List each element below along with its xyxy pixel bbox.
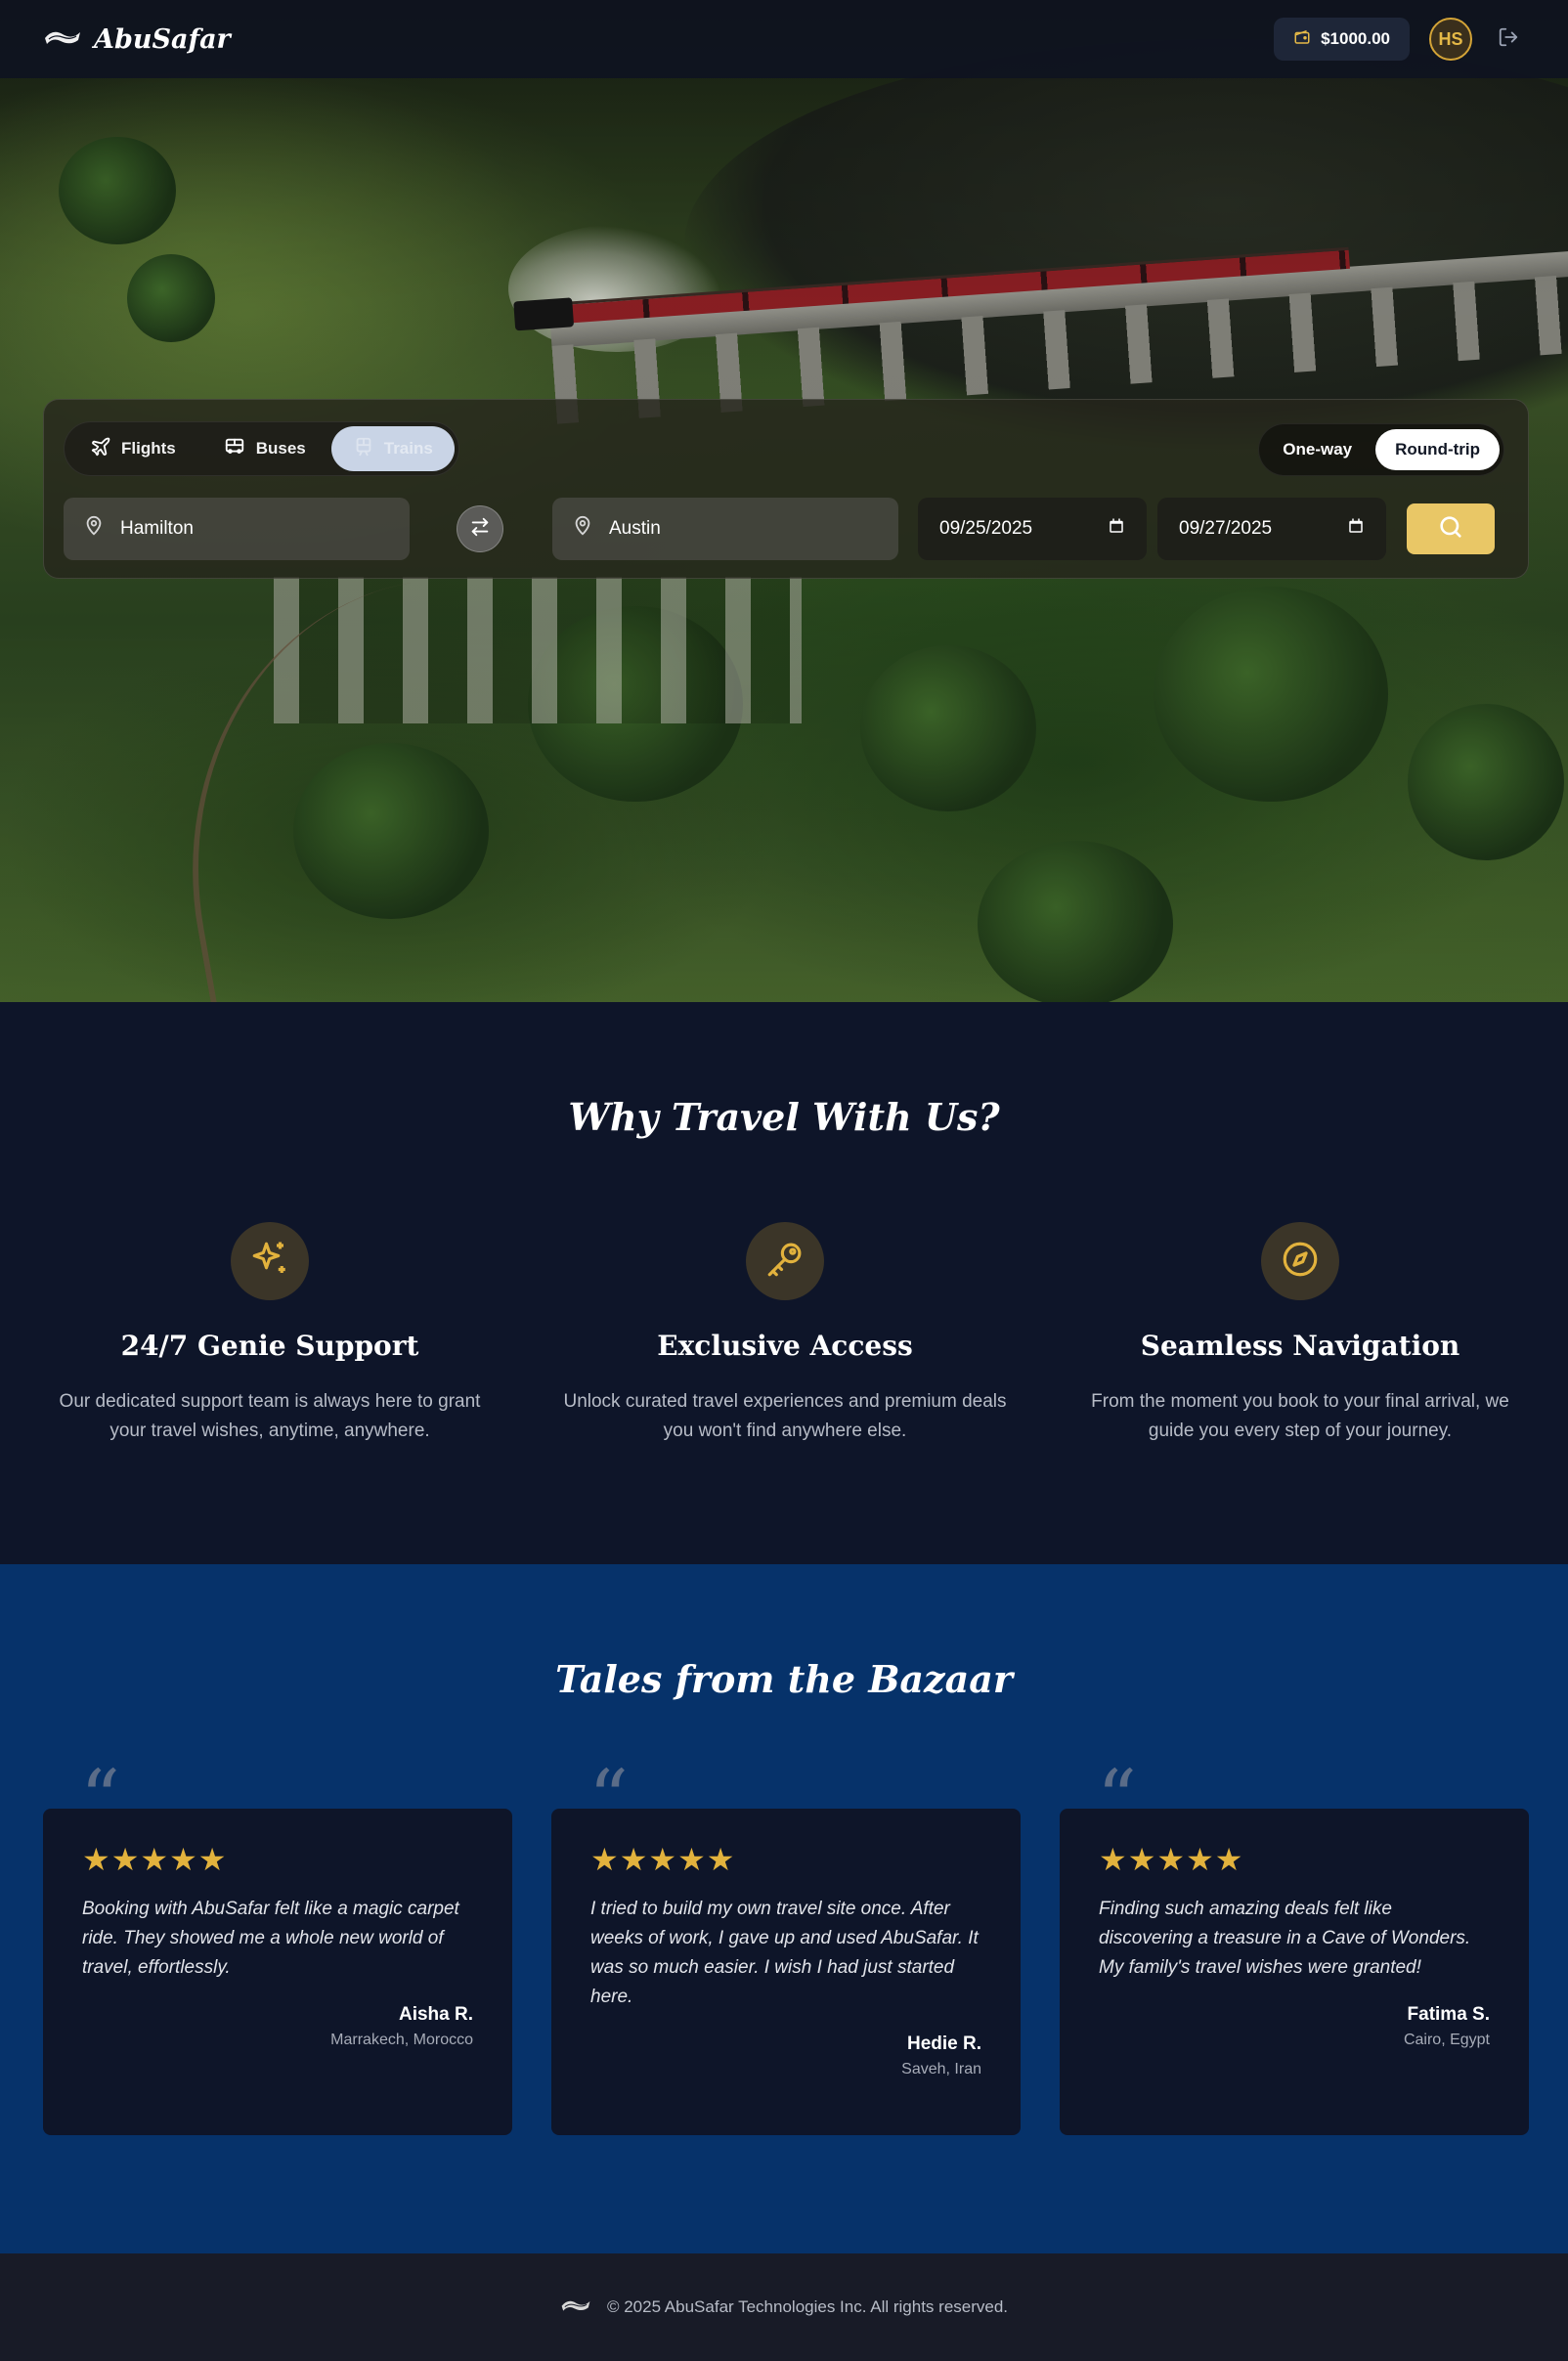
testimonial-card: ★★★★★ Booking with AbuSafar felt like a … bbox=[43, 1809, 512, 2135]
wallet-balance-button[interactable]: $1000.00 bbox=[1274, 18, 1410, 61]
feature-title: 24/7 Genie Support bbox=[120, 1330, 419, 1362]
wallet-amount: $1000.00 bbox=[1321, 29, 1390, 48]
plane-icon bbox=[90, 436, 111, 462]
wallet-icon bbox=[1293, 28, 1311, 51]
tab-flights-label: Flights bbox=[121, 439, 176, 458]
swap-locations-button[interactable] bbox=[457, 505, 503, 552]
sparkles-icon bbox=[249, 1239, 290, 1285]
star-rating: ★★★★★ bbox=[590, 1842, 736, 1877]
return-date-input[interactable]: 09/27/2025 bbox=[1157, 498, 1386, 560]
compass-icon bbox=[1280, 1239, 1321, 1285]
magic-carpet-icon bbox=[43, 26, 82, 53]
testimonials-section: Tales from the Bazaar “ ★★★★★ Booking wi… bbox=[0, 1564, 1568, 2253]
testimonial-text: Booking with AbuSafar felt like a magic … bbox=[82, 1899, 459, 1978]
brand-name: AbuSafar bbox=[94, 23, 231, 55]
brand-logo[interactable]: AbuSafar bbox=[43, 24, 231, 55]
tab-buses-label: Buses bbox=[255, 439, 306, 458]
feature-card: Seamless Navigation From the moment you … bbox=[1066, 1222, 1535, 1446]
train-icon bbox=[353, 436, 374, 462]
testimonial-location: Saveh, Iran bbox=[901, 2061, 981, 2077]
return-date-value: 09/27/2025 bbox=[1179, 518, 1273, 539]
testimonial-author: Aisha R. bbox=[398, 2004, 473, 2025]
calendar-icon[interactable] bbox=[1108, 517, 1125, 541]
map-pin-icon bbox=[572, 515, 593, 543]
depart-date-input[interactable]: 09/25/2025 bbox=[918, 498, 1147, 560]
logout-icon bbox=[1498, 26, 1519, 53]
star-rating: ★★★★★ bbox=[1099, 1842, 1244, 1877]
feature-description: Our dedicated support team is always her… bbox=[59, 1391, 481, 1441]
footer-copyright: © 2025 AbuSafar Technologies Inc. All ri… bbox=[606, 2297, 1009, 2316]
calendar-icon[interactable] bbox=[1347, 517, 1365, 541]
key-icon bbox=[764, 1239, 806, 1285]
trip-type-toggle: One-way Round-trip bbox=[1258, 423, 1504, 476]
bus-icon bbox=[223, 436, 246, 462]
feature-title: Seamless Navigation bbox=[1140, 1330, 1460, 1362]
testimonial-location: Cairo, Egypt bbox=[1403, 2032, 1490, 2048]
feature-description: From the moment you book to your final a… bbox=[1091, 1391, 1509, 1441]
feature-title: Exclusive Access bbox=[657, 1330, 913, 1362]
tab-trains-label: Trains bbox=[383, 439, 433, 458]
testimonials-title: Tales from the Bazaar bbox=[555, 1657, 1013, 1701]
star-rating: ★★★★★ bbox=[82, 1842, 228, 1877]
feature-description: Unlock curated travel experiences and pr… bbox=[563, 1391, 1007, 1441]
round-trip-option[interactable]: Round-trip bbox=[1375, 429, 1500, 470]
depart-date-value: 09/25/2025 bbox=[939, 518, 1033, 539]
footer: © 2025 AbuSafar Technologies Inc. All ri… bbox=[0, 2253, 1568, 2361]
search-button[interactable] bbox=[1407, 503, 1495, 554]
origin-value: Hamilton bbox=[120, 518, 194, 539]
testimonial-author: Hedie R. bbox=[906, 2033, 981, 2054]
magic-carpet-icon bbox=[560, 2296, 591, 2319]
tab-flights[interactable]: Flights bbox=[68, 426, 197, 471]
feature-card: 24/7 Genie Support Our dedicated support… bbox=[35, 1222, 504, 1446]
swap-arrows-icon bbox=[469, 516, 491, 543]
features-title: Why Travel With Us? bbox=[568, 1095, 1000, 1139]
user-avatar[interactable]: HS bbox=[1429, 18, 1472, 61]
testimonial-location: Marrakech, Morocco bbox=[330, 2032, 473, 2048]
destination-value: Austin bbox=[609, 518, 661, 539]
origin-input[interactable]: Hamilton bbox=[64, 498, 410, 560]
testimonial-text: Finding such amazing deals felt like dis… bbox=[1099, 1899, 1471, 1978]
transport-mode-tabs: Flights Buses Trains bbox=[64, 421, 459, 476]
tab-trains[interactable]: Trains bbox=[330, 426, 455, 471]
testimonial-text: I tried to build my own travel site once… bbox=[590, 1899, 979, 2007]
tab-buses[interactable]: Buses bbox=[201, 426, 327, 471]
feature-card: Exclusive Access Unlock curated travel e… bbox=[550, 1222, 1020, 1446]
feature-icon-circle bbox=[746, 1222, 824, 1300]
search-icon bbox=[1437, 513, 1464, 546]
features-section: Why Travel With Us? 24/7 Genie Support O… bbox=[0, 1002, 1568, 1564]
one-way-option[interactable]: One-way bbox=[1263, 429, 1372, 470]
search-panel: Flights Buses Trains One-way Round-trip … bbox=[43, 399, 1529, 579]
testimonial-author: Fatima S. bbox=[1407, 2004, 1490, 2025]
top-nav: AbuSafar $1000.00 HS bbox=[0, 0, 1568, 78]
testimonial-card: ★★★★★ Finding such amazing deals felt li… bbox=[1060, 1809, 1529, 2135]
testimonial-card: ★★★★★ I tried to build my own travel sit… bbox=[551, 1809, 1021, 2135]
feature-icon-circle bbox=[231, 1222, 309, 1300]
feature-icon-circle bbox=[1261, 1222, 1339, 1300]
map-pin-icon bbox=[83, 515, 105, 543]
destination-input[interactable]: Austin bbox=[552, 498, 898, 560]
logout-button[interactable] bbox=[1492, 22, 1525, 56]
